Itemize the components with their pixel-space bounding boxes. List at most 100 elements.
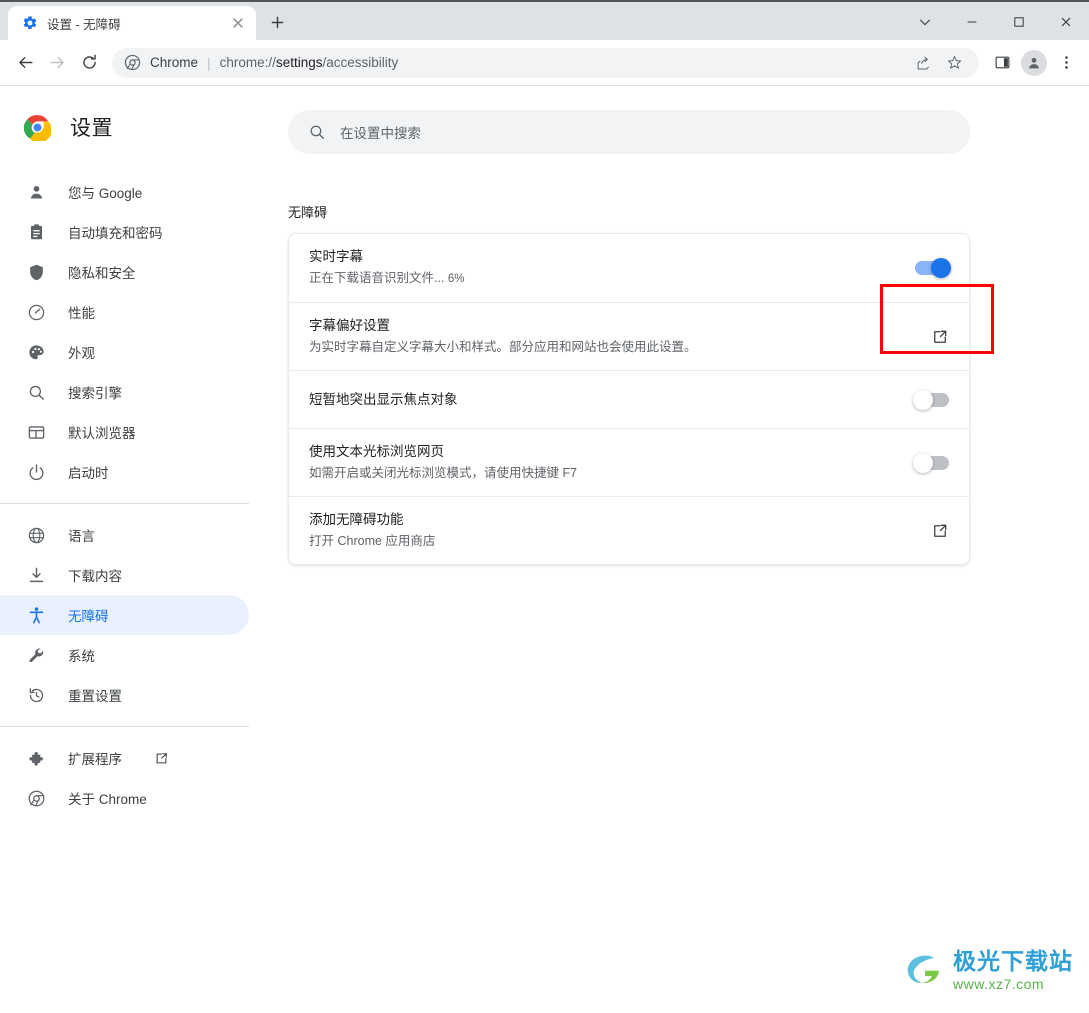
- share-icon[interactable]: [911, 50, 937, 76]
- chrome-menu-button[interactable]: [1051, 48, 1081, 78]
- browser-tab[interactable]: 设置 - 无障碍: [8, 6, 256, 40]
- sidebar-item-label: 语言: [68, 529, 95, 544]
- maximize-button[interactable]: [995, 2, 1042, 42]
- window-controls: [901, 2, 1089, 42]
- row-title: 实时字幕: [309, 249, 363, 264]
- sidebar-divider: [0, 503, 249, 504]
- chrome-icon: [124, 54, 141, 71]
- sidebar-item-label: 性能: [68, 306, 95, 321]
- sidebar-item-privacy-security[interactable]: 隐私和安全: [0, 252, 249, 292]
- url-strong: settings: [275, 55, 323, 70]
- sidebar-item-label: 关于 Chrome: [68, 792, 147, 807]
- setting-row-caret-browsing[interactable]: 使用文本光标浏览网页 如需开启或关闭光标浏览模式，请使用快捷键 F7: [289, 428, 969, 496]
- sidebar-item-system[interactable]: 系统: [0, 635, 249, 675]
- profile-avatar[interactable]: [1021, 49, 1047, 76]
- sidebar-item-default-browser[interactable]: 默认浏览器: [0, 412, 249, 452]
- sidebar-item-about-chrome[interactable]: 关于 Chrome: [0, 778, 249, 818]
- accessibility-icon: [26, 605, 46, 625]
- chrome-logo-icon: [24, 114, 51, 141]
- row-subtitle-text: 正在下载语音识别文件...: [309, 271, 445, 285]
- row-text: 短暂地突出显示焦点对象: [309, 377, 889, 423]
- sidebar-item-appearance[interactable]: 外观: [0, 332, 249, 372]
- setting-row-caption-preferences[interactable]: 字幕偏好设置 为实时字幕自定义字幕大小和样式。部分应用和网站也会使用此设置。: [289, 302, 969, 370]
- url-prefix: chrome://: [219, 55, 276, 70]
- live-caption-toggle[interactable]: [915, 258, 951, 278]
- palette-icon: [26, 342, 46, 362]
- shield-icon: [26, 262, 46, 282]
- back-button[interactable]: [10, 48, 40, 78]
- sidebar-item-label: 外观: [68, 346, 95, 361]
- sidebar-item-autofill-passwords[interactable]: 自动填充和密码: [0, 212, 249, 252]
- row-title: 字幕偏好设置: [309, 318, 390, 333]
- row-text: 添加无障碍功能 打开 Chrome 应用商店: [309, 497, 889, 564]
- history-restore-icon: [26, 685, 46, 705]
- sidebar-item-accessibility[interactable]: 无障碍: [0, 595, 249, 635]
- setting-row-highlight-focus[interactable]: 短暂地突出显示焦点对象: [289, 370, 969, 428]
- sidebar-item-label: 无障碍: [68, 609, 109, 624]
- speedometer-icon: [26, 302, 46, 322]
- row-text: 字幕偏好设置 为实时字幕自定义字幕大小和样式。部分应用和网站也会使用此设置。: [309, 303, 889, 370]
- url-suffix: /accessibility: [322, 55, 399, 70]
- omnibox-url: chrome://settings/accessibility: [220, 55, 399, 70]
- sidebar-item-label: 启动时: [68, 466, 109, 481]
- toggle-knob: [913, 389, 933, 410]
- sidebar-item-on-startup[interactable]: 启动时: [0, 452, 249, 492]
- section-heading: 无障碍: [288, 205, 328, 220]
- accessibility-settings-card: 实时字幕 正在下载语音识别文件... 6% 字幕偏好设置 为实时字幕自定义字幕大…: [288, 233, 970, 565]
- sidebar-item-label: 您与 Google: [68, 186, 143, 201]
- minimize-icon: [967, 21, 976, 23]
- tab-title: 设置 - 无障碍: [47, 17, 121, 32]
- download-progress-percent: 6%: [447, 273, 465, 285]
- reload-button[interactable]: [74, 48, 104, 78]
- row-action: [889, 452, 949, 473]
- maximize-icon: [1013, 17, 1024, 27]
- three-dot-menu-icon: [1064, 56, 1068, 69]
- download-icon: [26, 565, 46, 585]
- row-text: 使用文本光标浏览网页 如需开启或关闭光标浏览模式，请使用快捷键 F7: [309, 429, 889, 496]
- highlight-focus-toggle[interactable]: [913, 389, 949, 410]
- close-icon[interactable]: [230, 15, 246, 31]
- address-bar[interactable]: Chrome | chrome://settings/accessibility: [112, 47, 979, 78]
- row-title: 添加无障碍功能: [309, 512, 404, 527]
- setting-row-add-accessibility-features[interactable]: 添加无障碍功能 打开 Chrome 应用商店: [289, 496, 969, 564]
- side-panel-button[interactable]: [987, 48, 1017, 78]
- row-action: [889, 389, 949, 410]
- sidebar-item-you-and-google[interactable]: 您与 Google: [0, 172, 249, 212]
- sidebar-item-performance[interactable]: 性能: [0, 292, 249, 332]
- row-title: 短暂地突出显示焦点对象: [309, 391, 458, 407]
- sidebar-item-languages[interactable]: 语言: [0, 515, 249, 555]
- tab-search-button[interactable]: [901, 2, 948, 42]
- tab-strip: 设置 - 无障碍: [0, 0, 1089, 40]
- sidebar-item-reset-settings[interactable]: 重置设置: [0, 675, 249, 715]
- external-link-icon: [154, 751, 169, 766]
- sidebar-item-label: 系统: [68, 649, 95, 664]
- external-link-icon[interactable]: [931, 522, 949, 540]
- omnibox-chip-label: Chrome: [150, 55, 199, 70]
- sidebar-item-search-engine[interactable]: 搜索引擎: [0, 372, 249, 412]
- star-icon[interactable]: [941, 50, 967, 76]
- close-icon: [1061, 17, 1070, 27]
- sidebar-item-extensions[interactable]: 扩展程序: [0, 738, 249, 778]
- sidebar-item-label: 隐私和安全: [68, 266, 136, 281]
- setting-row-live-caption[interactable]: 实时字幕 正在下载语音识别文件... 6%: [289, 234, 969, 302]
- sidebar-item-label: 重置设置: [68, 689, 122, 704]
- minimize-button[interactable]: [948, 2, 995, 42]
- caret-browsing-toggle[interactable]: [913, 452, 949, 473]
- window-close-button[interactable]: [1042, 2, 1089, 42]
- search-icon: [26, 382, 46, 402]
- sidebar-item-label: 默认浏览器: [68, 426, 136, 441]
- external-link-icon[interactable]: [931, 328, 949, 346]
- chevron-down-icon: [919, 19, 930, 26]
- watermark-title: 极光下载站: [953, 947, 1073, 974]
- browser-window-icon: [26, 422, 46, 442]
- wrench-icon: [26, 645, 46, 665]
- browser-window: 设置 - 无障碍 Chrome | chrome://settings/acce…: [0, 0, 1089, 1013]
- sidebar-nav-group-3: 扩展程序 关于 Chrome: [0, 738, 280, 818]
- puzzle-icon: [26, 748, 46, 768]
- new-tab-button[interactable]: [262, 7, 292, 37]
- sidebar-nav-group-1: 您与 Google 自动填充和密码 隐私和安全 性能 外观 搜索引擎 默认浏览器…: [0, 172, 280, 492]
- sidebar-item-downloads[interactable]: 下载内容: [0, 555, 249, 595]
- sidebar-divider: [0, 726, 249, 727]
- forward-button[interactable]: [42, 48, 72, 78]
- search-input[interactable]: 在设置中搜索: [288, 110, 970, 154]
